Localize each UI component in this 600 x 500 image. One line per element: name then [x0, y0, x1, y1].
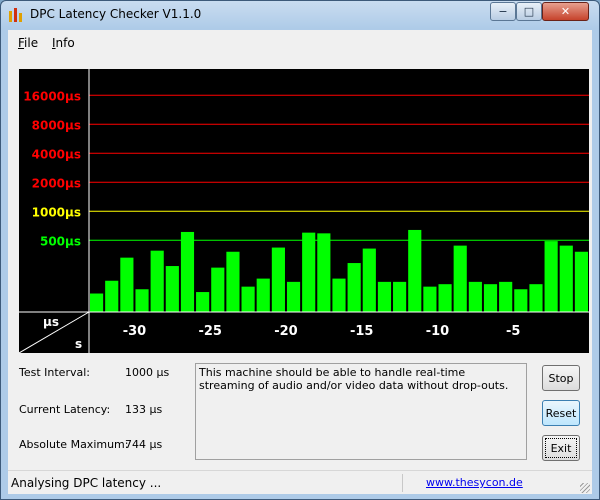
info-panel: Test Interval: 1000 µs Current Latency: …	[8, 355, 592, 470]
y-tick-label: 2000µs	[32, 176, 81, 190]
absolute-maximum-label: Absolute Maximum:	[19, 438, 129, 451]
x-tick-label: -30	[123, 324, 147, 339]
latency-bar	[120, 257, 134, 312]
status-text: Analysing DPC latency ...	[11, 476, 162, 490]
latency-bar	[559, 245, 573, 312]
latency-bar	[241, 286, 255, 312]
test-interval-value: 1000 µs	[125, 366, 170, 379]
menu-file[interactable]: File	[18, 36, 38, 50]
menu-bar: File Info	[8, 30, 592, 56]
menu-info[interactable]: Info	[52, 36, 75, 50]
latency-bar	[453, 245, 467, 312]
latency-bar	[180, 231, 195, 312]
latency-chart: µs s 500µs 1000µs 2000µs 4000µs 8000µs 16000µ…	[19, 69, 589, 353]
latency-bar	[135, 289, 149, 312]
latency-bar	[226, 251, 240, 312]
x-tick-label: -10	[426, 324, 450, 339]
latency-bar	[423, 286, 437, 312]
latency-bar	[196, 292, 210, 312]
app-bars-icon	[9, 8, 22, 22]
x-tick-label: -15	[350, 324, 374, 339]
stop-button[interactable]: Stop	[542, 365, 580, 391]
latency-bar	[302, 232, 316, 312]
app-window: DPC Latency Checker V1.1.0 − □ ✕ File In…	[0, 0, 600, 500]
x-tick-label: -25	[198, 324, 222, 339]
latency-bar	[271, 247, 285, 312]
latency-bar	[256, 278, 270, 312]
maximize-button[interactable]: □	[516, 2, 542, 21]
latency-bar	[90, 293, 104, 312]
latency-bar	[165, 266, 179, 312]
y-unit-label: µs	[43, 315, 59, 329]
y-tick-label: 8000µs	[32, 118, 81, 132]
latency-bar	[362, 248, 376, 312]
latency-bar	[317, 233, 331, 312]
minimize-button[interactable]: −	[490, 2, 516, 21]
resize-grip-icon[interactable]	[580, 483, 590, 493]
latency-bar	[438, 284, 452, 312]
current-latency-label: Current Latency:	[19, 403, 111, 416]
title-bar[interactable]: DPC Latency Checker V1.1.0 − □ ✕	[1, 1, 599, 29]
window-title: DPC Latency Checker V1.1.0	[30, 7, 202, 21]
test-interval-label: Test Interval:	[19, 366, 90, 379]
client-area: File Info µs s 500µs 1000µs 2000µs 4000µs 80…	[8, 30, 592, 494]
x-tick-label: -20	[274, 324, 298, 339]
y-tick-label: 500µs	[40, 234, 81, 248]
status-bar: Analysing DPC latency ... www.thesycon.d…	[8, 470, 592, 495]
latency-bar	[211, 267, 225, 312]
website-link[interactable]: www.thesycon.de	[426, 476, 523, 489]
latency-chart-svg: µs s 500µs 1000µs 2000µs 4000µs 8000µs 16000µ…	[19, 69, 589, 353]
current-latency-value: 133 µs	[125, 403, 163, 416]
latency-bar	[408, 229, 422, 312]
x-tick-label: -5	[506, 324, 520, 339]
reset-button[interactable]: Reset	[542, 400, 580, 426]
latency-bar	[377, 281, 392, 312]
latency-bar	[544, 241, 558, 312]
y-tick-label: 16000µs	[23, 89, 81, 103]
latency-bar	[347, 263, 361, 312]
exit-button[interactable]: Exit	[542, 435, 580, 461]
latency-bar	[499, 281, 513, 312]
absolute-maximum-value: 744 µs	[125, 438, 163, 451]
x-unit-label: s	[75, 337, 82, 351]
latency-bar	[468, 281, 482, 312]
latency-bar	[483, 284, 498, 312]
latency-bar	[332, 278, 346, 312]
y-tick-label: 1000µs	[32, 205, 81, 219]
status-message-box: This machine should be able to handle re…	[195, 363, 527, 460]
latency-bar	[393, 281, 407, 312]
y-tick-label: 4000µs	[32, 147, 81, 161]
latency-bar	[514, 289, 528, 312]
latency-bar	[105, 280, 119, 312]
latency-bar	[529, 284, 543, 312]
status-divider	[402, 474, 403, 492]
close-button[interactable]: ✕	[542, 2, 589, 21]
latency-bar	[150, 250, 164, 312]
latency-bar	[286, 281, 301, 312]
latency-bar	[574, 251, 588, 312]
